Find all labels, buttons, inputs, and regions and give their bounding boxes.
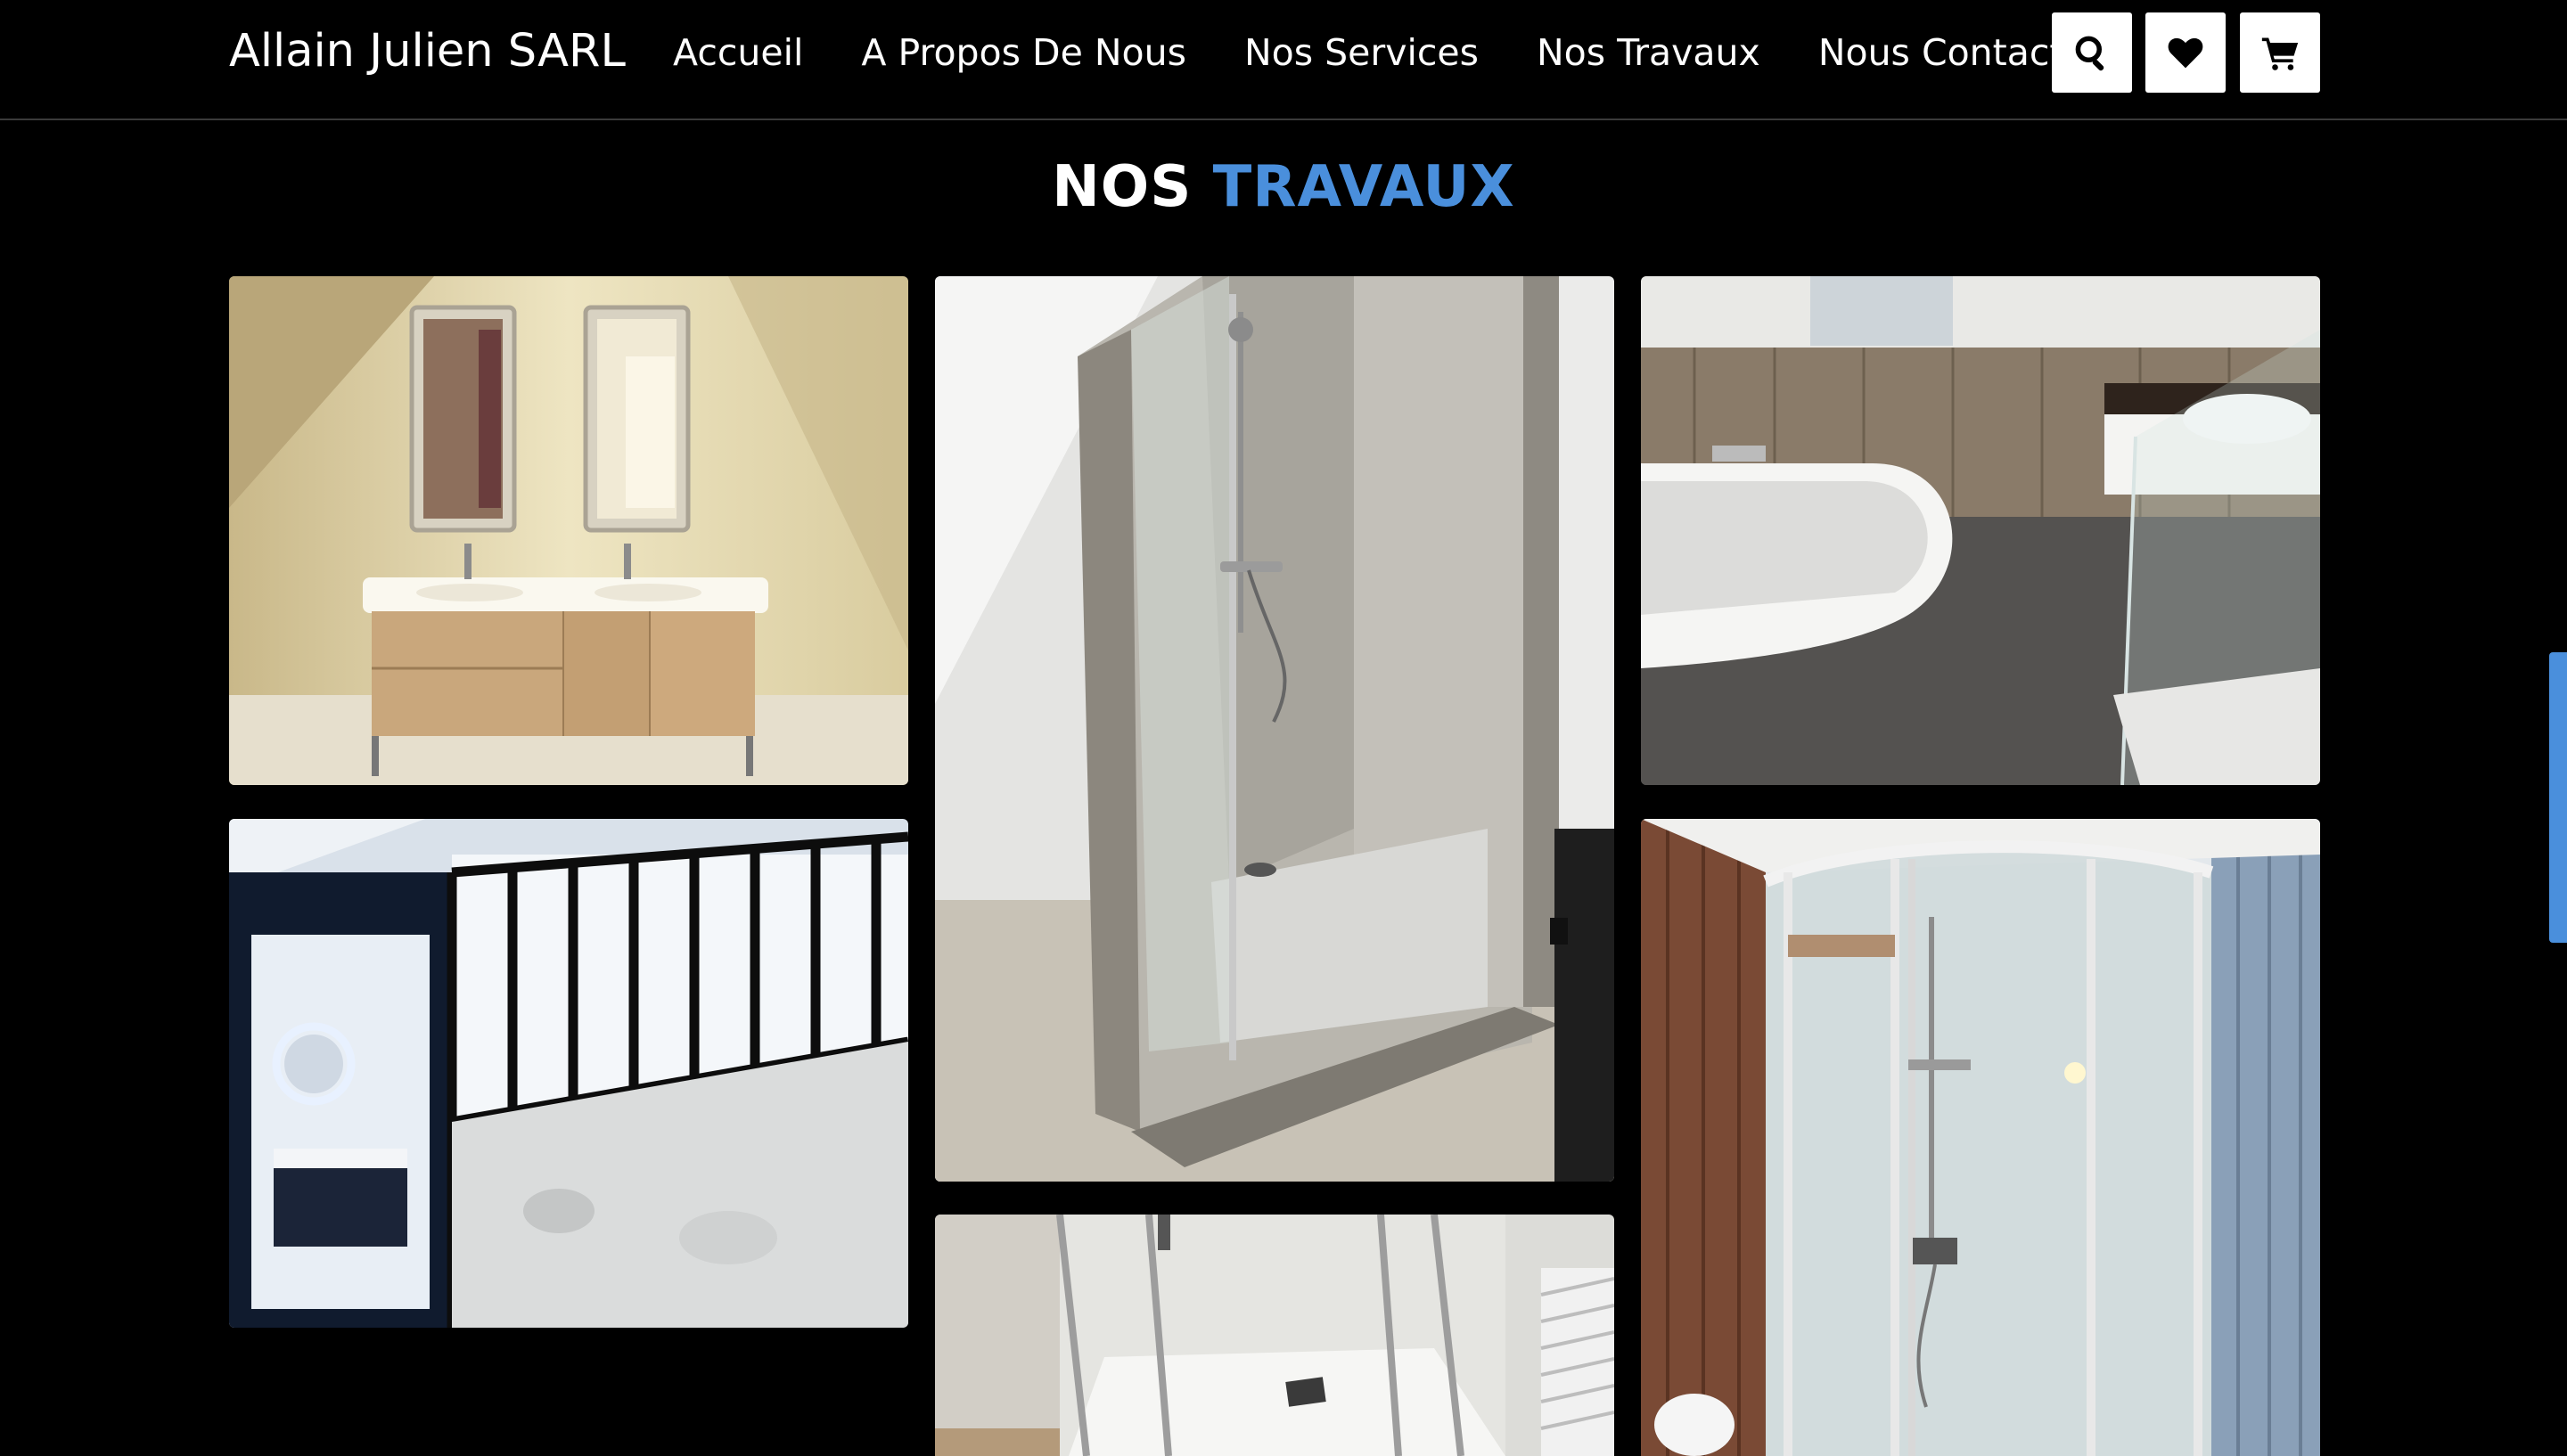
section-title-accent: TRAVAUX — [1212, 154, 1515, 220]
gallery-photo-bathtub[interactable] — [1641, 276, 2320, 785]
side-scroll-tab[interactable] — [2549, 652, 2567, 943]
cart-icon — [2261, 37, 2299, 70]
nav-link-a-propos[interactable]: A Propos De Nous — [861, 27, 1186, 78]
gallery-photo-corner-shower[interactable] — [935, 276, 1614, 1182]
wishlist-button[interactable] — [2145, 12, 2226, 93]
heart-icon — [2168, 37, 2203, 69]
search-icon — [2075, 36, 2104, 71]
brand-logo-text[interactable]: Allain Julien SARL — [229, 23, 626, 80]
gallery-photo-double-vanity[interactable] — [229, 276, 908, 785]
section-title: NOS TRAVAUX — [0, 151, 2567, 223]
search-button[interactable] — [2052, 12, 2132, 93]
gallery-photo-shower-cabin[interactable] — [1641, 819, 2320, 1456]
site-header: Allain Julien SARL Accueil A Propos De N… — [0, 0, 2567, 120]
gallery-photo-glass-partition[interactable] — [229, 819, 908, 1328]
nav-link-services[interactable]: Nos Services — [1244, 27, 1479, 78]
nav-link-travaux[interactable]: Nos Travaux — [1537, 27, 1760, 78]
gallery-photo-glass-shower[interactable] — [935, 1215, 1614, 1456]
main-nav: Accueil A Propos De Nous Nos Services No… — [673, 27, 2102, 78]
cart-button[interactable] — [2240, 12, 2320, 93]
nav-link-accueil[interactable]: Accueil — [673, 27, 803, 78]
section-title-white: NOS — [1052, 154, 1193, 220]
